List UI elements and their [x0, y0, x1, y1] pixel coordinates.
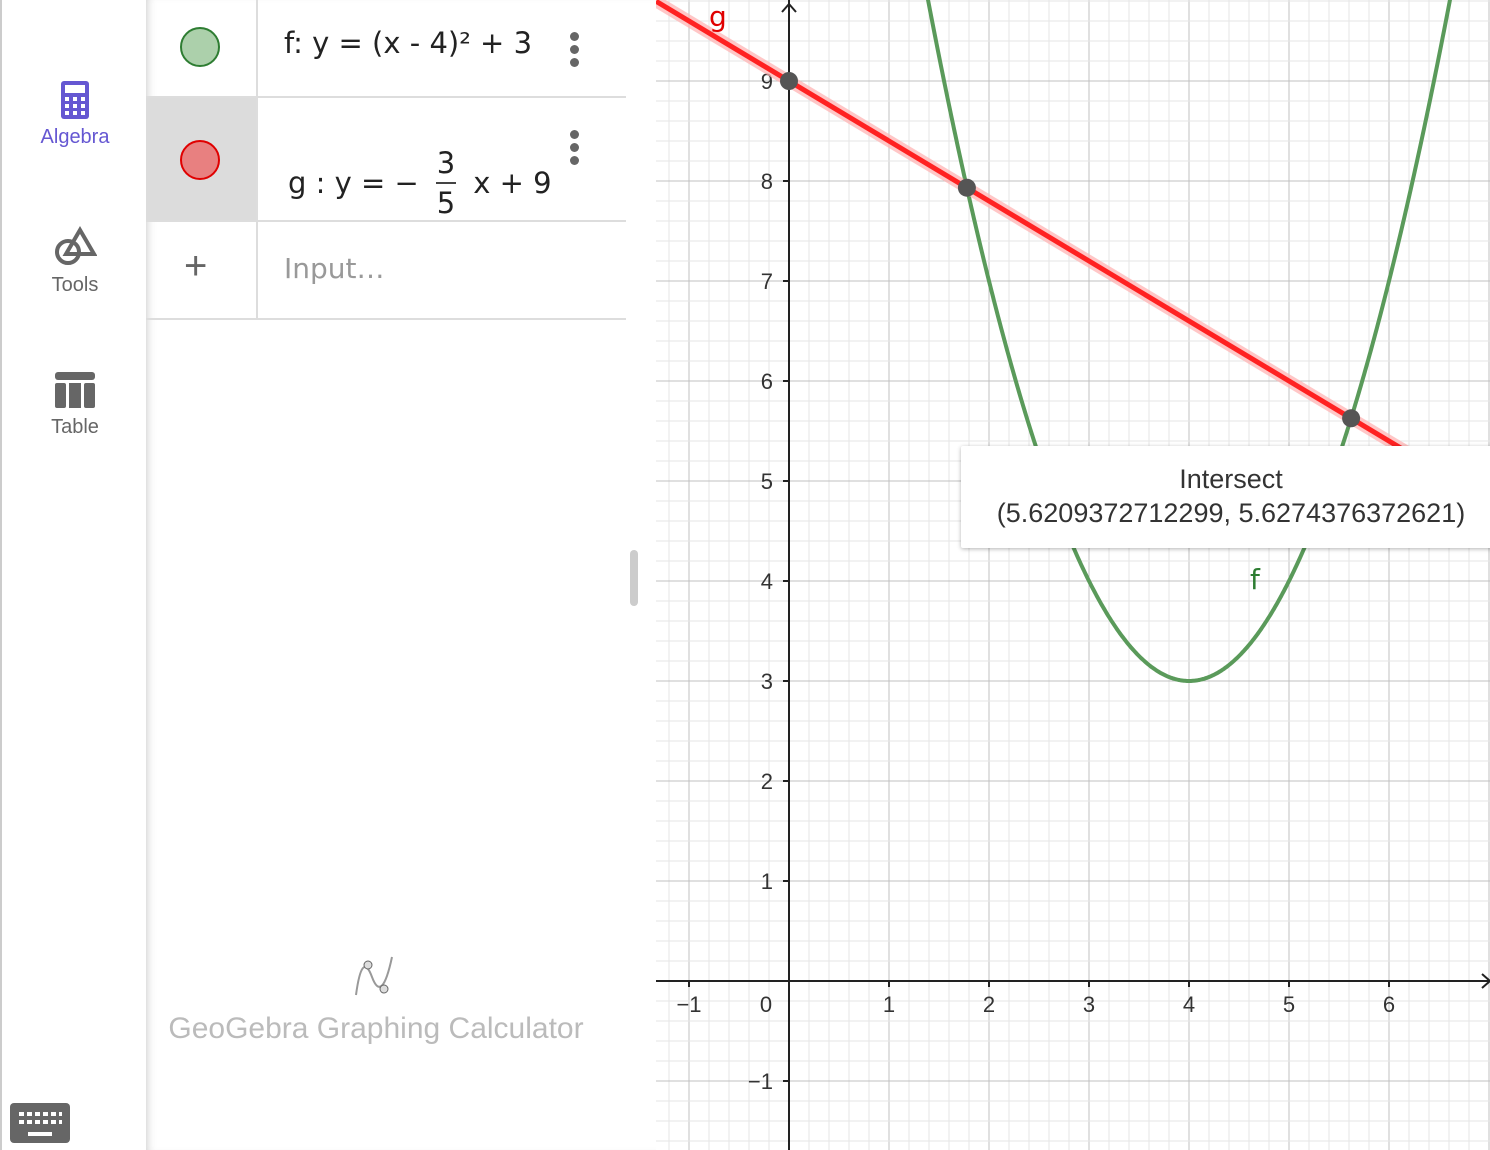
x-tick-label: 4 [1183, 992, 1195, 1017]
nav-table[interactable]: Table [2, 372, 148, 439]
y-tick-label: 1 [761, 869, 773, 894]
y-tick-label: 3 [761, 669, 773, 694]
keyboard-icon [19, 1112, 62, 1136]
nav-tools[interactable]: Tools [2, 226, 148, 297]
more-menu-g-icon[interactable] [570, 130, 580, 169]
y-tick-label: 4 [761, 569, 773, 594]
x-tick-label: 3 [1083, 992, 1095, 1017]
y-tick-label: 6 [761, 369, 773, 394]
x-tick-label: 0 [760, 992, 772, 1017]
more-menu-f-icon[interactable] [570, 32, 580, 71]
fraction: 35 [436, 144, 457, 222]
function-f-label: f [1250, 563, 1261, 596]
panel-resize-handle[interactable] [630, 550, 638, 606]
function-g-line [656, 0, 1490, 504]
nav-tools-label: Tools [51, 274, 99, 296]
x-tick-label: 5 [1283, 992, 1295, 1017]
tooltip-title: Intersect [1179, 464, 1283, 494]
input-row[interactable]: + Input… [146, 222, 626, 320]
intersection-point [1342, 409, 1361, 428]
expression-f[interactable]: f: y = (x - 4)² + 3 [284, 26, 532, 60]
graphics-view[interactable]: −1 0 1 2 3 4 5 6−1123456789fg [656, 0, 1490, 1150]
function-g-label: g [709, 0, 727, 33]
y-tick-label: 5 [761, 469, 773, 494]
nav-table-label: Table [51, 416, 99, 438]
nav-algebra-label: Algebra [40, 126, 110, 148]
nav-algebra[interactable]: Algebra [2, 80, 148, 149]
shapes-icon [55, 226, 97, 265]
intersection-point [957, 178, 976, 197]
expression-g-suffix: x + 9 [473, 166, 552, 200]
expression-g[interactable]: g : y = − 35 x + 9 [288, 146, 552, 224]
y-tick-label: 7 [761, 269, 773, 294]
add-item-button[interactable]: + [146, 222, 258, 318]
brand-text: GeoGebra Graphing Calculator [168, 1012, 584, 1045]
y-tick-label: 2 [761, 769, 773, 794]
x-tick-label: 6 [1383, 992, 1395, 1017]
denominator: 5 [436, 186, 456, 220]
keyboard-button[interactable] [10, 1103, 70, 1143]
x-tick-label: 2 [983, 992, 995, 1017]
expression-g-prefix: g : y = − [288, 166, 419, 200]
intersect-tooltip: Intersect (5.6209372712299, 5.6274376372… [961, 446, 1490, 548]
algebra-input[interactable]: Input… [284, 252, 385, 285]
algebra-row-f[interactable]: f: y = (x - 4)² + 3 [146, 0, 626, 98]
visibility-toggle-f[interactable] [146, 0, 258, 96]
algebra-panel: f: y = (x - 4)² + 3 g : y = − 35 x + 9 +… [146, 0, 656, 1150]
color-dot-f[interactable] [180, 27, 220, 67]
sidebar: Algebra Tools Table [0, 0, 146, 1150]
geogebra-logo-icon [355, 956, 393, 996]
plus-icon: + [184, 244, 208, 288]
tooltip-value: (5.6209372712299, 5.6274376372621) [996, 498, 1466, 528]
numerator: 3 [436, 144, 457, 184]
y-tick-label: −1 [748, 1069, 773, 1094]
intersection-point [780, 72, 798, 90]
y-tick-label: 8 [761, 169, 773, 194]
x-tick-label: −1 [676, 992, 701, 1017]
calculator-icon [61, 81, 89, 119]
x-tick-label: 1 [883, 992, 895, 1017]
algebra-row-g[interactable]: g : y = − 35 x + 9 [146, 98, 626, 222]
visibility-toggle-g[interactable] [146, 98, 258, 220]
color-dot-g[interactable] [180, 140, 220, 180]
table-icon [55, 372, 95, 408]
